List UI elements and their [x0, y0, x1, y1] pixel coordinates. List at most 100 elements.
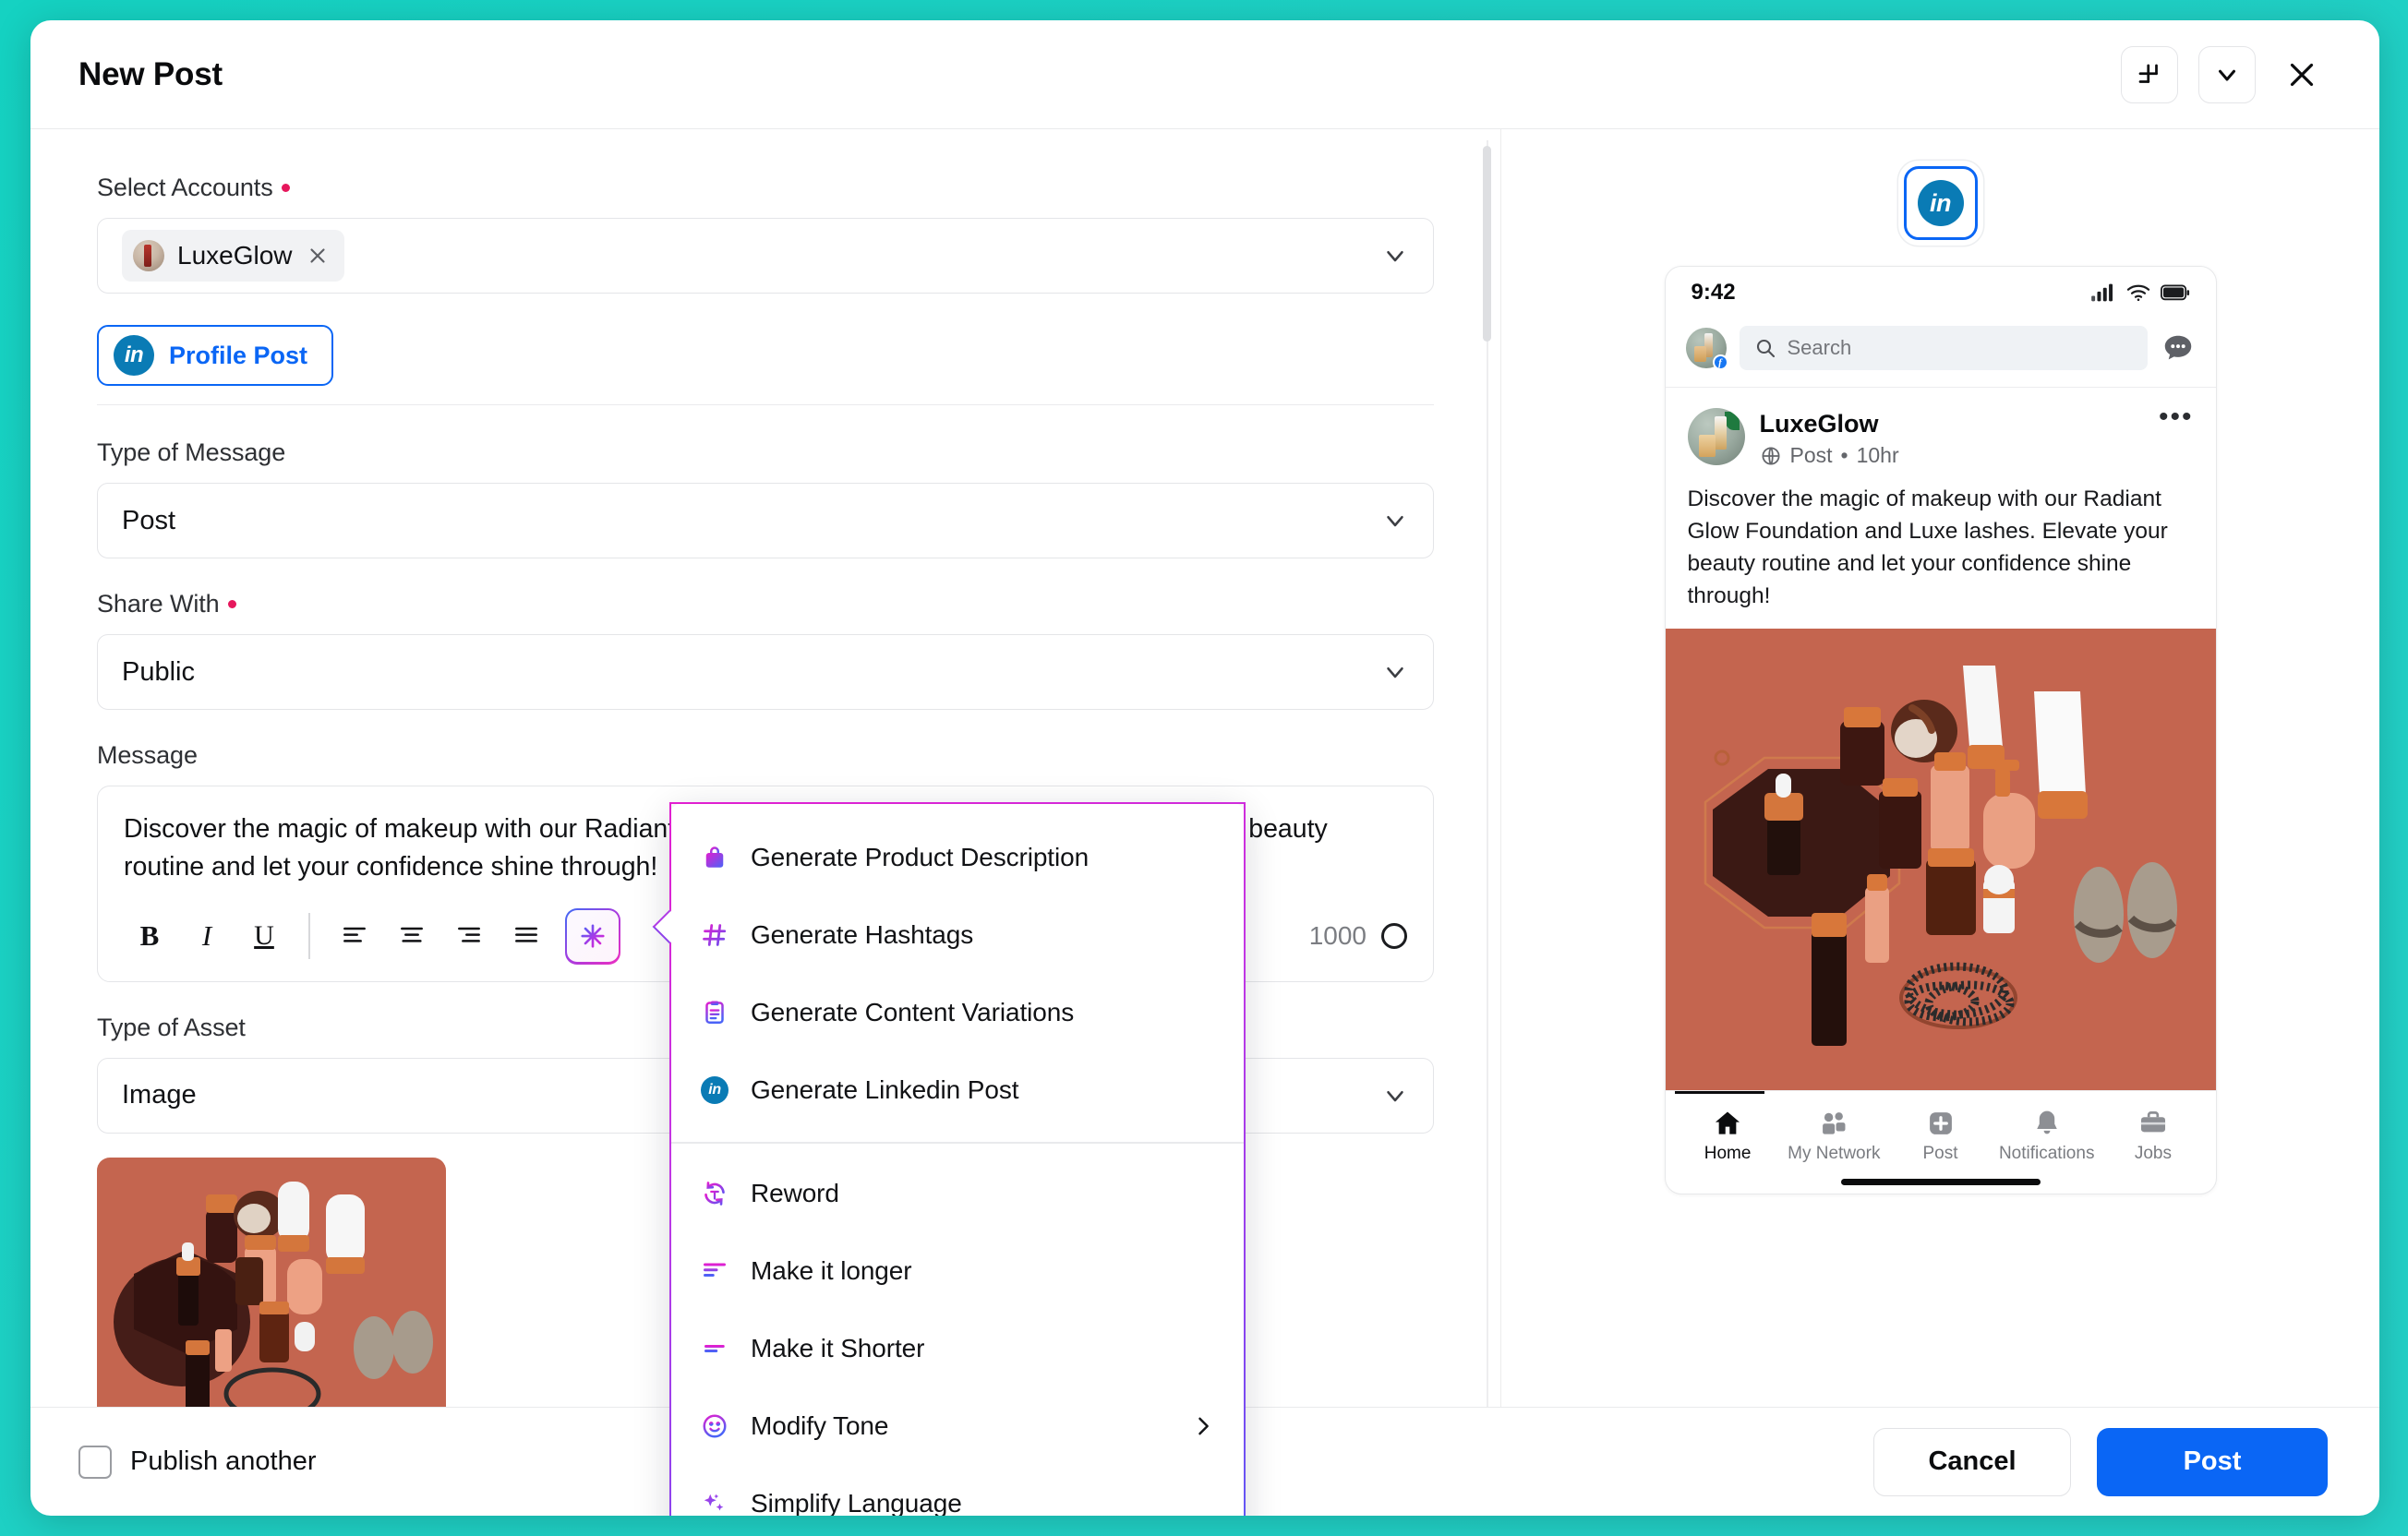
post-header: LuxeGlow Post • 10hr ••• [1666, 388, 2216, 468]
search-icon [1754, 337, 1776, 359]
menu-item-make-it-longer[interactable]: Make it longer [671, 1232, 1244, 1310]
align-center-button[interactable] [386, 910, 438, 962]
phone-preview: 9:42 [1665, 266, 2217, 1194]
menu-item-modify-tone[interactable]: Modify Tone [671, 1387, 1244, 1465]
cellular-icon [2090, 282, 2116, 303]
type-of-message-select[interactable]: Post [97, 483, 1434, 558]
tab-profile-post[interactable]: in Profile Post [97, 325, 333, 386]
checkbox-icon[interactable] [78, 1446, 112, 1479]
avatar[interactable] [1688, 408, 1745, 465]
menu-item-label: Generate Content Variations [751, 998, 1074, 1027]
new-post-modal: New Post [30, 20, 2379, 1516]
close-icon[interactable] [306, 244, 330, 268]
type-of-asset-value: Image [122, 1080, 197, 1110]
post-button[interactable]: Post [2097, 1428, 2328, 1496]
briefcase-icon [2137, 1108, 2169, 1139]
post-visibility: Post [1790, 443, 1833, 468]
home-icon [1712, 1108, 1743, 1139]
select-accounts-label: Select Accounts [97, 174, 1434, 202]
nav-item-post-label: Post [1922, 1144, 1957, 1164]
message-label-text: Message [97, 741, 198, 770]
menu-item-generate-linkedin-post[interactable]: in Generate Linkedin Post [671, 1051, 1244, 1129]
post-more-options-icon[interactable]: ••• [2159, 408, 2194, 426]
hashtag-icon [699, 919, 730, 951]
bell-icon [2031, 1108, 2063, 1139]
menu-item-generate-product-description[interactable]: Generate Product Description [671, 819, 1244, 896]
underline-button[interactable]: U [238, 910, 290, 962]
counter-ring-icon [1381, 923, 1407, 949]
type-of-message-label-text: Type of Message [97, 438, 285, 467]
smiley-icon [699, 1410, 730, 1442]
battery-icon [2161, 283, 2190, 302]
menu-item-simplify-language[interactable]: Simplify Language [671, 1465, 1244, 1516]
ai-assist-menu: Generate Product Description Generate Ha… [669, 802, 1246, 1516]
required-dot-icon [282, 184, 290, 192]
nav-item-jobs[interactable]: Jobs [2100, 1100, 2206, 1164]
nav-item-my-network[interactable]: My Network [1781, 1100, 1887, 1164]
menu-item-label: Make it Shorter [751, 1334, 924, 1363]
nav-item-notifications[interactable]: Notifications [1993, 1100, 2100, 1164]
modal-body: Select Accounts LuxeGlow [30, 129, 2379, 1407]
menu-item-label: Generate Linkedin Post [751, 1075, 1018, 1105]
close-icon[interactable] [2276, 49, 2328, 101]
align-right-button[interactable] [443, 910, 495, 962]
network-icon [1818, 1108, 1849, 1139]
menu-item-generate-hashtags[interactable]: Generate Hashtags [671, 896, 1244, 974]
make-shorter-icon [699, 1333, 730, 1364]
messaging-icon[interactable] [2161, 330, 2196, 366]
menu-item-label: Reword [751, 1179, 839, 1208]
linkedin-toggle[interactable]: in [1904, 166, 1978, 240]
select-accounts-input[interactable]: LuxeGlow [97, 218, 1434, 294]
expand-icon[interactable] [2121, 46, 2178, 103]
wifi-icon [2125, 282, 2151, 303]
character-counter-value: 1000 [1309, 921, 1367, 951]
share-with-value: Public [122, 657, 195, 688]
account-chip-label: LuxeGlow [177, 241, 293, 270]
asset-thumbnail[interactable] [97, 1158, 446, 1407]
menu-divider [671, 1142, 1244, 1144]
collapse-chevron-icon[interactable] [2198, 46, 2256, 103]
publish-another-label: Publish another [130, 1446, 317, 1477]
status-bar-icons [2090, 282, 2190, 303]
message-label: Message [97, 741, 1434, 770]
align-justify-button[interactable] [500, 910, 552, 962]
avatar[interactable]: f [1686, 328, 1727, 368]
account-chip-luxeglow[interactable]: LuxeGlow [122, 230, 344, 282]
chevron-down-icon[interactable] [1381, 1082, 1409, 1110]
post-plus-icon [1925, 1108, 1956, 1139]
chevron-down-icon[interactable] [1381, 507, 1409, 534]
share-with-select[interactable]: Public [97, 634, 1434, 710]
search-input[interactable]: Search [1740, 326, 2148, 370]
character-counter: 1000 [1309, 921, 1407, 951]
app-search-bar: f Search [1666, 318, 2216, 388]
chevron-down-icon[interactable] [1381, 242, 1409, 270]
form-scrollbar-thumb[interactable] [1483, 146, 1491, 342]
menu-item-generate-content-variations[interactable]: Generate Content Variations [671, 974, 1244, 1051]
publish-another-checkbox[interactable]: Publish another [78, 1446, 317, 1479]
align-left-button[interactable] [329, 910, 380, 962]
chevron-down-icon[interactable] [1381, 658, 1409, 686]
shopping-bag-icon [699, 842, 730, 873]
type-of-asset-label-text: Type of Asset [97, 1014, 246, 1042]
post-meta: Post • 10hr [1760, 443, 1899, 468]
required-dot-icon [228, 600, 236, 608]
share-with-field: Share With Public [97, 590, 1434, 710]
italic-button[interactable]: I [181, 910, 233, 962]
status-bar: 9:42 [1666, 267, 2216, 318]
menu-item-reword[interactable]: Reword [671, 1155, 1244, 1232]
post-image [1666, 629, 2216, 1090]
type-of-message-label: Type of Message [97, 438, 1434, 467]
cancel-button[interactable]: Cancel [1873, 1428, 2071, 1496]
menu-item-label: Make it longer [751, 1256, 911, 1286]
menu-item-make-it-shorter[interactable]: Make it Shorter [671, 1310, 1244, 1387]
linkedin-icon: in [114, 335, 154, 376]
post-time: 10hr [1857, 443, 1899, 468]
nav-item-post[interactable]: Post [1887, 1100, 1993, 1164]
ai-assist-button[interactable] [565, 908, 621, 965]
chevron-right-icon[interactable] [1190, 1413, 1216, 1439]
nav-item-home[interactable]: Home [1675, 1100, 1781, 1164]
bold-button[interactable]: B [124, 910, 175, 962]
type-of-message-value: Post [122, 506, 175, 536]
linkedin-icon: in [1918, 180, 1964, 226]
post-body-text: Discover the magic of makeup with our Ra… [1666, 468, 2216, 629]
